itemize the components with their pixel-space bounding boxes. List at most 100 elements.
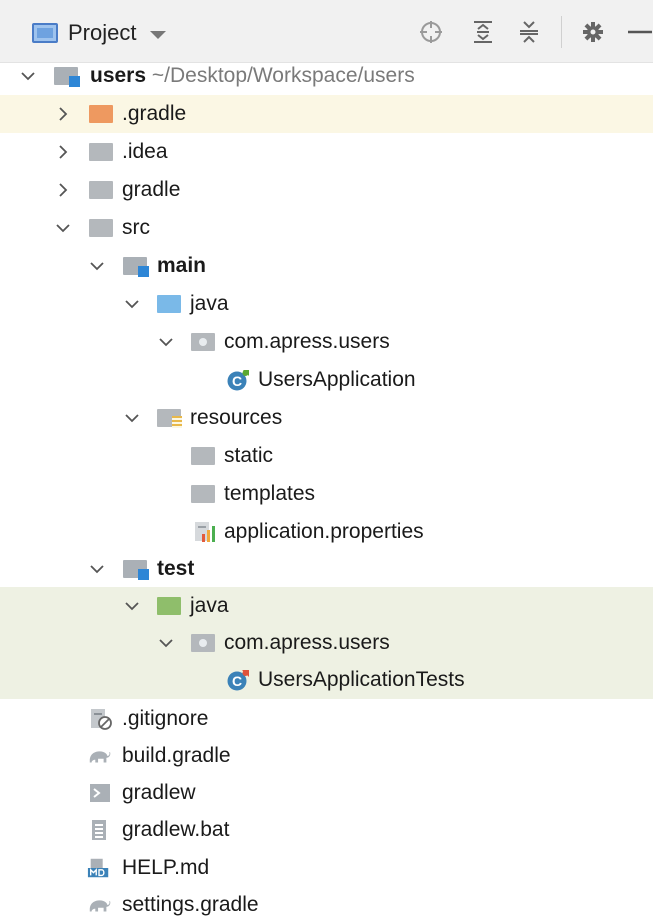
tree-node-main[interactable]: main	[0, 247, 653, 285]
tree-node-label: java	[190, 594, 229, 617]
tree-node-gradlew-bat[interactable]: gradlew.bat	[0, 811, 653, 849]
tree-node-label: gradlew	[122, 781, 196, 804]
markdown-file-icon	[87, 858, 109, 878]
tree-node-src[interactable]: src	[0, 209, 653, 247]
project-view-title: Project	[68, 20, 137, 45]
tree-node-help-md[interactable]: HELP.md	[0, 849, 653, 887]
chevron-down-icon[interactable]	[55, 220, 71, 236]
hide-panel-button[interactable]	[626, 18, 653, 46]
tree-node-package-main[interactable]: com.apress.users	[0, 323, 653, 361]
chevron-right-icon[interactable]	[55, 106, 71, 122]
chevron-down-icon	[150, 31, 167, 39]
tree-node-gradle[interactable]: gradle	[0, 171, 653, 209]
tree-node-label: com.apress.users	[224, 330, 390, 353]
tree-node-templates[interactable]: templates	[0, 475, 653, 513]
tree-node-label: gradlew.bat	[122, 818, 230, 841]
chevron-down-icon[interactable]	[89, 258, 105, 274]
tree-node-label: templates	[224, 482, 316, 505]
chevron-down-icon[interactable]	[124, 598, 140, 614]
gradle-file-icon	[89, 751, 111, 763]
tree-node-users[interactable]: users ~/Desktop/Workspace/users	[0, 57, 653, 95]
tree-node-resources[interactable]: resources	[0, 399, 653, 437]
chevron-down-icon[interactable]	[158, 334, 174, 350]
package-icon	[191, 333, 215, 351]
project-view-selector[interactable]: Project	[32, 20, 167, 46]
tree-node-users-application[interactable]: C UsersApplication	[0, 361, 653, 399]
tree-node-label: HELP.md	[122, 856, 210, 879]
folder-icon	[191, 485, 215, 503]
minimize-icon	[627, 30, 652, 34]
tree-node-idea[interactable]: .idea	[0, 133, 653, 171]
tree-node-label: com.apress.users	[224, 631, 390, 654]
tree-node-label: src	[122, 216, 150, 239]
folder-icon	[89, 181, 113, 199]
collapse-all-icon	[520, 21, 538, 43]
tree-node-application-properties[interactable]: application.properties	[0, 513, 653, 551]
gear-icon	[583, 22, 603, 42]
tree-node-label: settings.gradle	[122, 893, 259, 916]
spring-boot-class-icon: C	[227, 370, 249, 391]
module-folder-icon	[123, 257, 149, 277]
tree-node-label: application.properties	[224, 520, 424, 543]
tree-node-gitignore[interactable]: .gitignore	[0, 700, 653, 738]
tree-node-label: java	[190, 292, 229, 315]
tree-node-settings-gradle[interactable]: settings.gradle	[0, 886, 653, 924]
tree-node-java-main[interactable]: java	[0, 285, 653, 323]
project-path: ~/Desktop/Workspace/users	[151, 64, 415, 87]
collapse-all-button[interactable]	[516, 18, 542, 46]
test-class-icon: C	[227, 670, 249, 691]
properties-file-icon	[195, 522, 215, 542]
tree-node-label: build.gradle	[122, 744, 231, 767]
chevron-down-icon[interactable]	[89, 561, 105, 577]
shell-script-icon	[90, 784, 110, 802]
folder-icon	[191, 447, 215, 465]
tree-node-label: gradle	[122, 178, 181, 201]
chevron-down-icon[interactable]	[124, 296, 140, 312]
tree-node-test[interactable]: test	[0, 550, 653, 588]
tree-node-label: resources	[190, 406, 283, 429]
source-folder-icon	[157, 295, 181, 313]
tree-node-label: .gradle	[122, 102, 187, 125]
tree-node-label: .idea	[122, 140, 168, 163]
svg-text:C: C	[232, 673, 242, 689]
tree-node-label: test	[157, 557, 195, 580]
tree-node-gradlew[interactable]: gradlew	[0, 774, 653, 812]
tree-node-label: users	[90, 64, 147, 87]
tree-node-users-application-tests[interactable]: C UsersApplicationTests	[0, 661, 653, 699]
tree-node-build-gradle[interactable]: build.gradle	[0, 737, 653, 775]
chevron-down-icon[interactable]	[124, 410, 140, 426]
locate-icon	[420, 21, 442, 43]
project-toolbar: Project	[0, 0, 653, 63]
tree-node-label: .gitignore	[122, 707, 209, 730]
expand-all-icon	[474, 21, 492, 43]
tree-node-label: main	[157, 254, 207, 277]
tree-node-label: UsersApplicationTests	[258, 668, 465, 691]
chevron-down-icon[interactable]	[158, 635, 174, 651]
text-file-icon	[92, 820, 106, 840]
ignore-file-icon	[91, 709, 112, 730]
module-folder-icon	[54, 67, 80, 87]
resources-folder-icon	[157, 409, 182, 428]
gradle-file-icon	[89, 900, 111, 912]
tree-node-java-test[interactable]: java	[0, 587, 653, 625]
tree-node-static[interactable]: static	[0, 437, 653, 475]
excluded-folder-icon	[89, 105, 113, 123]
folder-icon	[89, 219, 113, 237]
chevron-right-icon[interactable]	[55, 144, 71, 160]
tree-node-gradle-cache[interactable]: .gradle	[0, 95, 653, 133]
project-window-icon	[32, 23, 58, 43]
test-source-folder-icon	[157, 597, 181, 615]
chevron-down-icon[interactable]	[20, 68, 36, 84]
package-icon	[191, 634, 215, 652]
tree-node-label: static	[224, 444, 274, 467]
chevron-right-icon[interactable]	[55, 182, 71, 198]
module-folder-icon	[123, 560, 149, 580]
svg-text:C: C	[232, 373, 242, 389]
expand-all-button[interactable]	[470, 18, 496, 46]
tree-node-package-test[interactable]: com.apress.users	[0, 624, 653, 662]
toolbar-separator	[561, 16, 562, 48]
tree-node-label: UsersApplication	[258, 368, 416, 391]
locate-button[interactable]	[417, 18, 445, 46]
folder-icon	[89, 143, 113, 161]
settings-button[interactable]	[580, 18, 606, 46]
